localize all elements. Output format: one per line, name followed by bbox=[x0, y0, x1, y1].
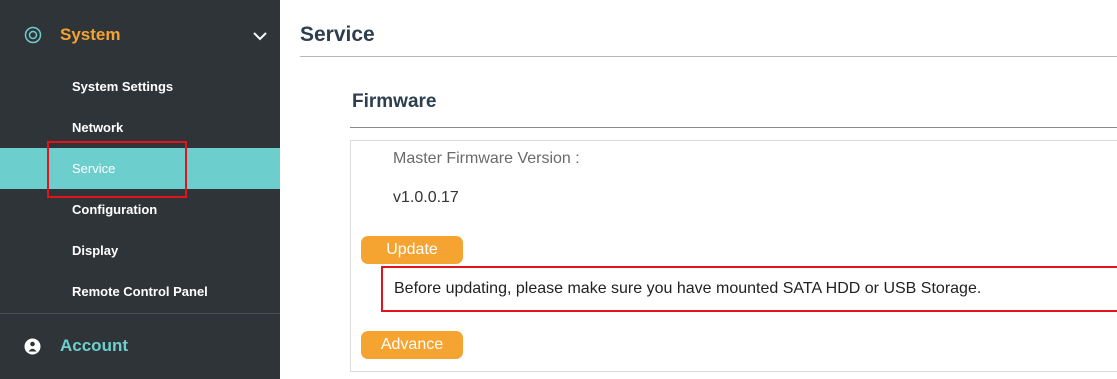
sidebar-group-title: Account bbox=[60, 336, 128, 355]
sidebar-item-system-settings[interactable]: System Settings bbox=[0, 66, 280, 107]
update-notice: Before updating, please make sure you ha… bbox=[381, 266, 1117, 312]
sidebar-item-label: Network bbox=[72, 120, 124, 135]
page-title: Service bbox=[300, 23, 375, 46]
sidebar-item-label: System Settings bbox=[72, 79, 174, 94]
sidebar-item-remote-control-panel[interactable]: Remote Control Panel bbox=[0, 271, 280, 312]
person-icon bbox=[24, 338, 41, 355]
firmware-version-label: Master Firmware Version : bbox=[393, 150, 580, 167]
update-button[interactable]: Update bbox=[361, 236, 463, 264]
advance-button[interactable]: Advance bbox=[361, 331, 463, 359]
divider bbox=[350, 127, 1117, 128]
sidebar-item-label: Configuration bbox=[72, 202, 158, 217]
sidebar-item-label: Remote Control Panel bbox=[72, 284, 208, 299]
sidebar-group-account[interactable]: Account bbox=[0, 324, 280, 368]
sidebar-item-label: Service bbox=[72, 161, 116, 176]
sidebar-item-network[interactable]: Network bbox=[0, 107, 280, 148]
gear-icon bbox=[24, 26, 42, 44]
sidebar-group-title: System bbox=[60, 25, 121, 44]
section-title: Firmware bbox=[352, 91, 437, 112]
update-notice-text: Before updating, please make sure you ha… bbox=[394, 280, 982, 297]
sidebar-divider bbox=[0, 313, 280, 314]
firmware-panel bbox=[350, 140, 1117, 372]
sidebar-group-system[interactable]: System bbox=[0, 14, 280, 58]
firmware-version-value: v1.0.0.17 bbox=[393, 189, 459, 206]
sidebar: System System Settings Network Service C… bbox=[0, 0, 280, 379]
sidebar-item-display[interactable]: Display bbox=[0, 230, 280, 271]
chevron-down-icon[interactable] bbox=[252, 29, 268, 41]
sidebar-item-label: Display bbox=[72, 243, 119, 258]
sidebar-item-service[interactable]: Service bbox=[0, 148, 280, 189]
divider bbox=[300, 56, 1117, 57]
sidebar-item-configuration[interactable]: Configuration bbox=[0, 189, 280, 230]
